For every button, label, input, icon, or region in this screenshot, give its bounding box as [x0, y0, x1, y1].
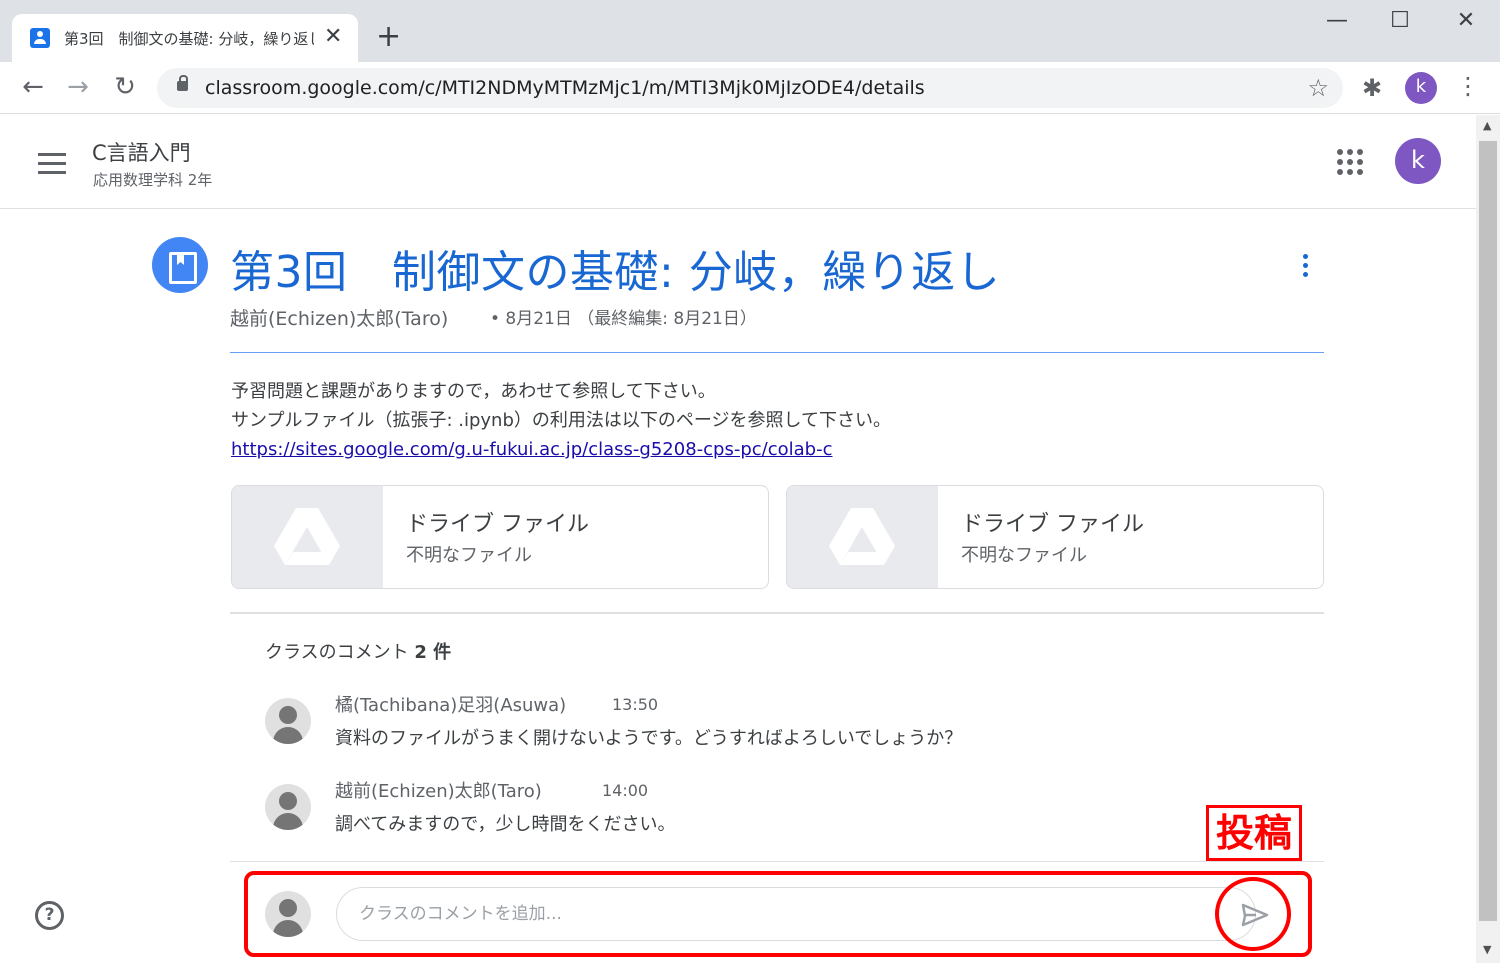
compose-highlight-box [244, 871, 1312, 957]
send-highlight-circle [1215, 877, 1291, 951]
material-description: 予習問題と課題がありますので，あわせて参照して下さい。 サンプルファイル（拡張子… [231, 377, 891, 464]
comment-item: 橘(Tachibana)足羽(Asuwa) 13:50 資料のファイルがうまく開… [265, 695, 1315, 768]
attachment-subtitle: 不明なファイル [406, 545, 532, 566]
post-annotation-label: 投稿 [1206, 805, 1302, 861]
browser-menu-icon[interactable]: ⋮ [1456, 72, 1480, 100]
description-line: サンプルファイル（拡張子: .ipynb）の利用法は以下のページを参照して下さい… [231, 410, 891, 431]
browser-toolbar: ← → ↻ classroom.google.com/c/MTI2NDMyMTM… [0, 62, 1500, 114]
comment-item: 越前(Echizen)太郎(Taro) 14:00 調べてみますので，少し時間を… [265, 781, 1315, 854]
comment-author: 越前(Echizen)太郎(Taro) [335, 781, 542, 802]
description-line: 予習問題と課題がありますので，あわせて参照して下さい。 [231, 381, 716, 402]
classroom-favicon-icon [30, 28, 50, 48]
tab-close-icon[interactable]: ✕ [324, 24, 342, 50]
material-title: 第3回 制御文の基礎: 分岐，繰り返し [230, 247, 1001, 298]
comment-time: 14:00 [602, 781, 649, 800]
drive-icon [274, 508, 340, 565]
comment-time: 13:50 [612, 695, 659, 714]
help-icon[interactable]: ? [35, 901, 64, 930]
scroll-thumb[interactable] [1479, 141, 1497, 921]
browser-profile-avatar[interactable]: k [1405, 72, 1437, 104]
attachment-thumbnail [232, 486, 383, 588]
back-arrow-icon[interactable]: ← [18, 72, 48, 102]
close-window-button[interactable]: ✕ [1451, 8, 1481, 33]
class-name[interactable]: C言語入門 [92, 137, 191, 167]
attachment-subtitle: 不明なファイル [961, 545, 1087, 566]
scroll-up-icon[interactable]: ▲ [1483, 119, 1491, 132]
menu-icon[interactable] [38, 153, 66, 174]
url-text[interactable]: classroom.google.com/c/MTI2NDMyMTMzMjc1/… [205, 77, 925, 99]
comments-count: 2 件 [414, 642, 452, 663]
default-avatar-icon [265, 698, 311, 744]
title-divider [230, 352, 1324, 353]
maximize-button[interactable]: ☐ [1385, 8, 1415, 33]
forward-arrow-icon[interactable]: → [63, 72, 93, 102]
page-scrollbar[interactable]: ▲ ▼ [1476, 115, 1500, 963]
reload-icon[interactable]: ↻ [110, 72, 140, 102]
comments-header[interactable]: クラスのコメント 2 件 [265, 638, 451, 664]
extensions-icon[interactable]: ✱ [1362, 74, 1382, 102]
tab-title: 第3回 制御文の基礎: 分岐，繰り返し [64, 30, 314, 48]
lock-icon[interactable] [177, 75, 188, 91]
material-link[interactable]: https://sites.google.com/g.u-fukui.ac.jp… [231, 439, 833, 460]
scroll-down-icon[interactable]: ▼ [1483, 943, 1491, 956]
class-section: 応用数理学科 2年 [93, 171, 213, 189]
comment-text: 調べてみますので，少し時間をください。 [335, 814, 676, 835]
attachment-title: ドライブ ファイル [961, 512, 1144, 537]
material-author: 越前(Echizen)太郎(Taro) [230, 308, 449, 330]
new-tab-button[interactable]: + [376, 20, 401, 54]
star-icon[interactable]: ☆ [1307, 74, 1329, 102]
attachment-card[interactable]: ドライブ ファイル 不明なファイル [786, 485, 1324, 589]
browser-tab[interactable]: 第3回 制御文の基礎: 分岐，繰り返し ✕ [12, 14, 358, 62]
book-icon [152, 237, 208, 293]
attachment-thumbnail [787, 486, 938, 588]
comment-text: 資料のファイルがうまく開けないようです。どうすればよろしいでしょうか？ [335, 728, 963, 749]
classroom-header: C言語入門 応用数理学科 2年 k [0, 115, 1476, 209]
minimize-button[interactable]: — [1322, 8, 1352, 33]
material-date: • 8月21日 （最終編集: 8月21日） [490, 309, 757, 329]
default-avatar-icon [265, 784, 311, 830]
more-vert-icon[interactable] [1300, 254, 1310, 282]
compose-divider [230, 861, 1324, 862]
attachment-title: ドライブ ファイル [406, 512, 589, 537]
drive-icon [829, 508, 895, 565]
address-bar[interactable]: classroom.google.com/c/MTI2NDMyMTMzMjc1/… [157, 68, 1343, 108]
comments-header-label: クラスのコメント [265, 642, 409, 663]
comment-author: 橘(Tachibana)足羽(Asuwa) [335, 695, 567, 716]
browser-tab-bar: 第3回 制御文の基礎: 分岐，繰り返し ✕ + — ☐ ✕ [0, 0, 1500, 62]
account-avatar[interactable]: k [1395, 138, 1441, 184]
comments-divider [230, 612, 1324, 614]
apps-grid-icon[interactable] [1337, 149, 1363, 175]
attachment-card[interactable]: ドライブ ファイル 不明なファイル [231, 485, 769, 589]
